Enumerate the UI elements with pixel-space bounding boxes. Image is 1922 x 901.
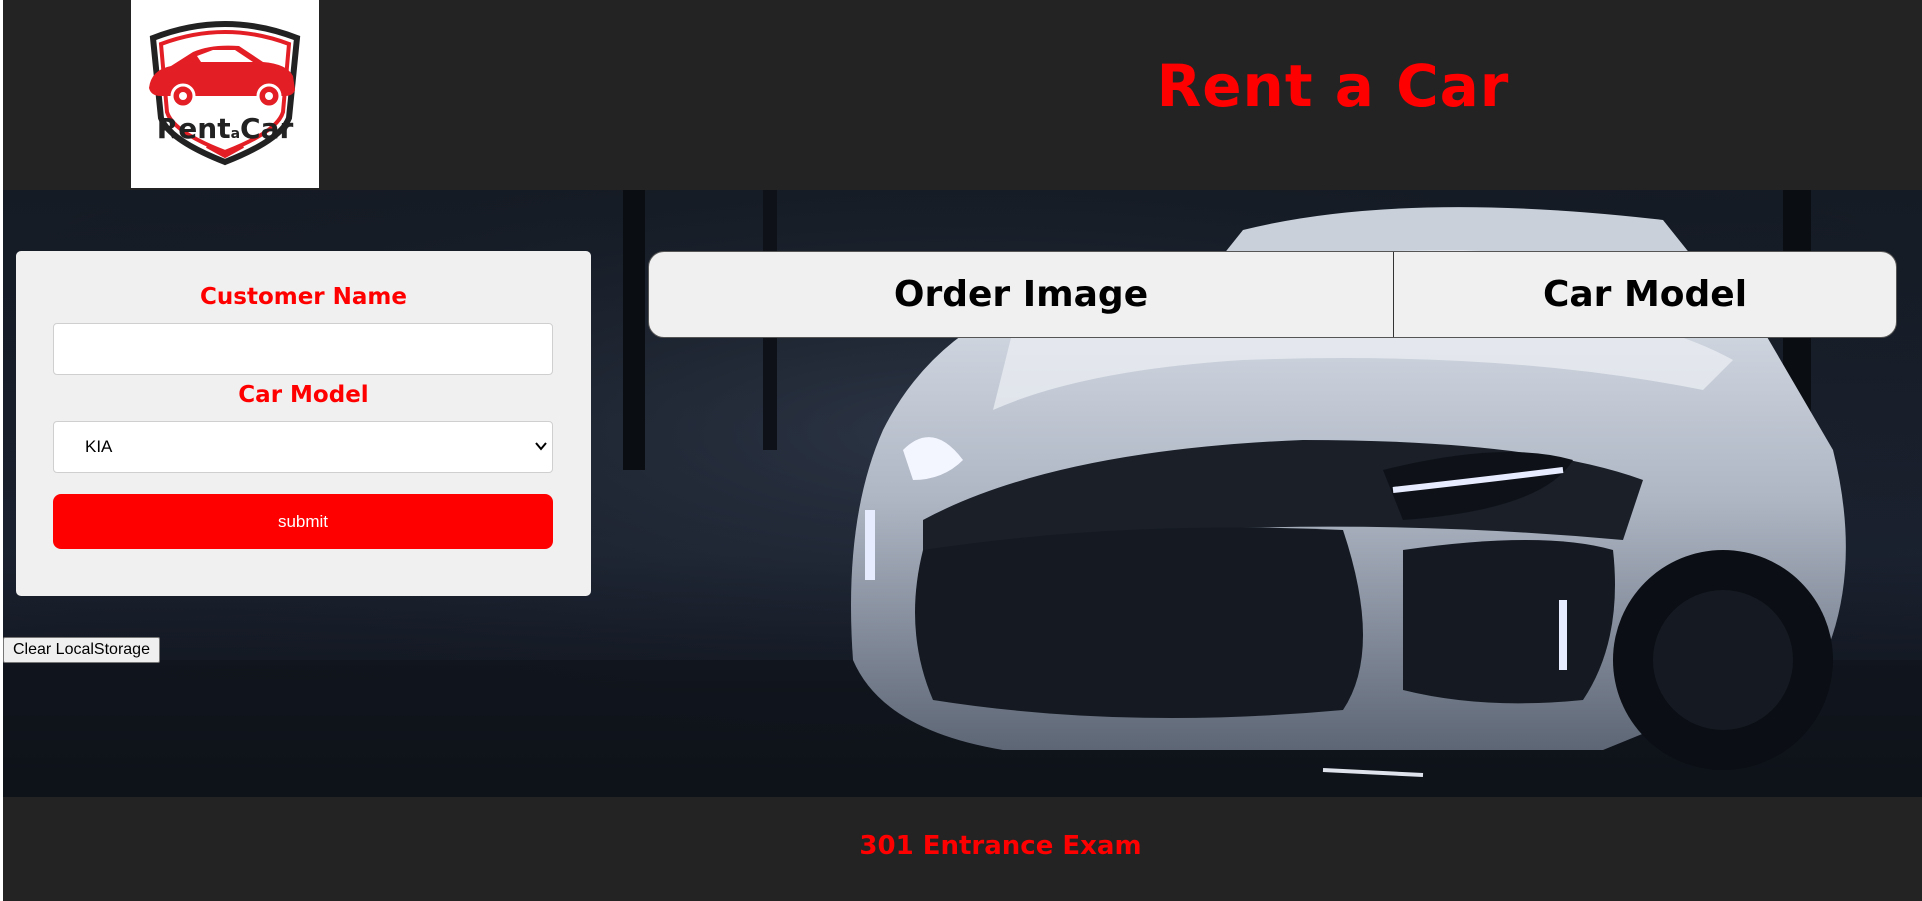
footer-text: 301 Entrance Exam	[859, 831, 1142, 861]
site-footer: 301 Entrance Exam	[3, 797, 1922, 901]
customer-name-input[interactable]	[53, 323, 553, 375]
site-header: RentaCar Rent a Car	[3, 0, 1922, 190]
car-model-select[interactable]: KIA	[53, 421, 553, 473]
chevron-down-icon	[535, 442, 547, 451]
orders-table-header: Order Image Car Model	[648, 251, 1897, 338]
column-header-order-image: Order Image	[649, 252, 1394, 337]
column-header-car-model: Car Model	[1542, 274, 1748, 315]
page-title: Rent a Car	[1156, 52, 1510, 120]
logo-text-rent: Rent	[156, 112, 231, 145]
customer-name-label: Customer Name	[200, 284, 407, 310]
logo-text-car: Car	[240, 112, 294, 145]
car-model-label: Car Model	[238, 382, 369, 408]
car-logo-icon	[149, 21, 301, 166]
clear-localstorage-button[interactable]: Clear LocalStorage	[3, 637, 160, 663]
order-form: Customer Name Car Model KIA submit	[16, 251, 591, 596]
logo-text-a: a	[230, 126, 241, 142]
logo[interactable]: RentaCar	[131, 0, 319, 188]
submit-button[interactable]: submit	[53, 494, 553, 549]
car-model-selected-value: KIA	[85, 437, 113, 456]
